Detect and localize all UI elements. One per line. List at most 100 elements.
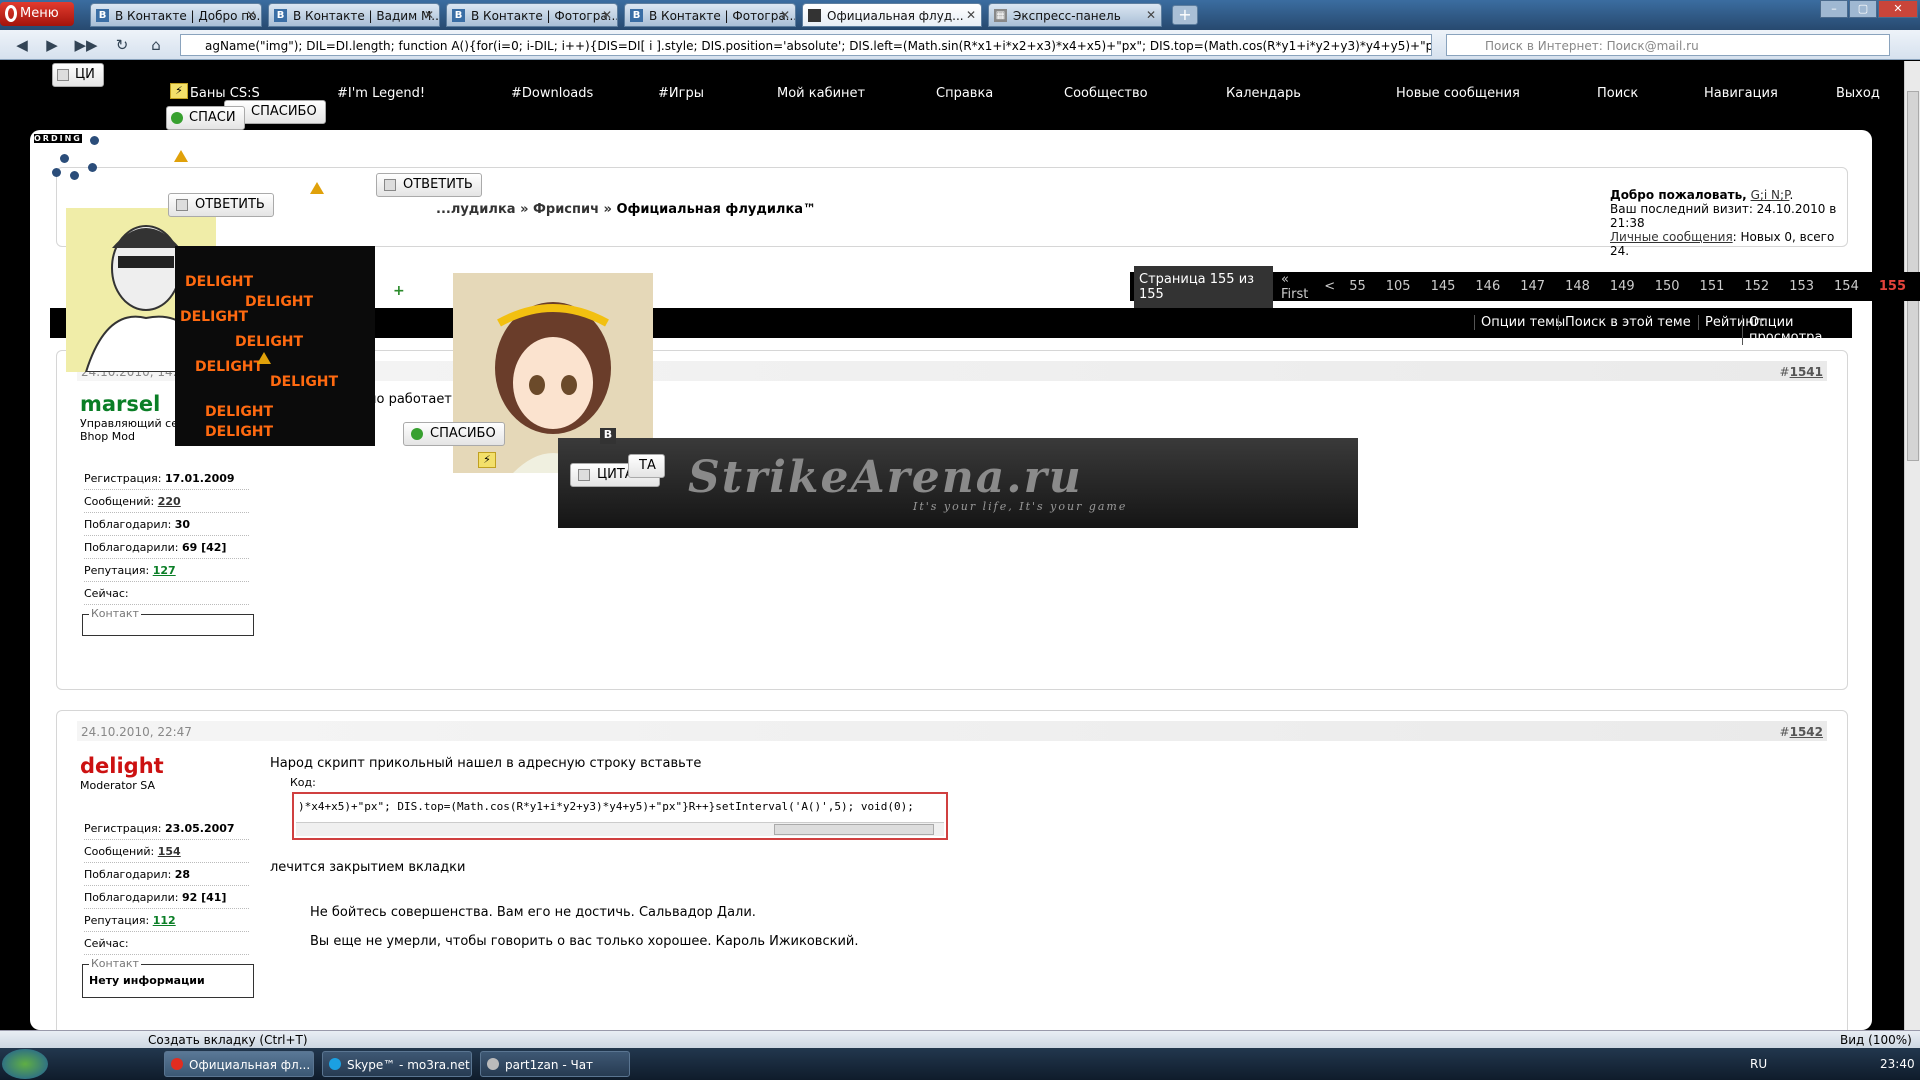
private-messages-link[interactable]: Личные сообщения	[1610, 230, 1733, 244]
page-link[interactable]: 151	[1690, 279, 1735, 294]
reputation-link[interactable]: 112	[153, 914, 176, 927]
reload-icon[interactable]: ↻	[108, 34, 136, 56]
language-indicator[interactable]: RU	[1750, 1057, 1767, 1071]
code-scrollbar[interactable]	[296, 822, 944, 836]
breadcrumb-current: Официальная флудилка™	[616, 202, 817, 217]
tab-vk-2[interactable]: ВВ Контакте | Вадим М... ✕	[268, 3, 440, 27]
task-chat[interactable]: part1zan - Чат	[480, 1051, 630, 1077]
page-link[interactable]: 149	[1600, 279, 1645, 294]
zoom-level[interactable]: Вид (100%)	[1840, 1033, 1912, 1047]
close-icon[interactable]: ✕	[246, 8, 256, 22]
maximize-button[interactable]: ▢	[1849, 0, 1877, 18]
thanks-button[interactable]: СПАСИ	[166, 106, 245, 130]
search-input[interactable]: Поиск в Интернет: Поиск@mail.ru	[1446, 34, 1890, 56]
page-link[interactable]: 145	[1421, 279, 1466, 294]
opera-menu-button[interactable]: Меню	[0, 2, 74, 26]
reply-button[interactable]: ОТВЕТИТЬ	[168, 193, 274, 217]
address-bar[interactable]: agName("img"); DIL=DI.length; function A…	[180, 34, 1432, 56]
task-skype[interactable]: Skype™ - mo3ra.net	[322, 1051, 472, 1077]
vertical-scrollbar[interactable]	[1904, 61, 1920, 1030]
quote-button[interactable]: ТА	[628, 454, 665, 478]
nav-new-posts[interactable]: Новые сообщения	[1396, 86, 1520, 101]
close-icon[interactable]: ✕	[424, 8, 434, 22]
reply-button[interactable]: ОТВЕТИТЬ	[376, 173, 482, 197]
minimize-button[interactable]: –	[1820, 0, 1848, 18]
page-link[interactable]: 152	[1734, 279, 1779, 294]
nav-help[interactable]: Справка	[936, 86, 993, 101]
loader-dot	[90, 136, 99, 145]
close-icon[interactable]: ✕	[1146, 8, 1156, 22]
post-count-link[interactable]: 220	[158, 495, 181, 508]
browser-nav-bar: ◀ ▶ ▶▶ ↻ ⌂ agName("img"); DIL=DI.length;…	[0, 30, 1920, 60]
reputation-link[interactable]: 127	[153, 564, 176, 577]
nav-search[interactable]: Поиск	[1597, 86, 1638, 101]
clock[interactable]: 23:40	[1880, 1057, 1915, 1071]
nav-legend[interactable]: #I'm Legend!	[337, 86, 425, 101]
quote-button[interactable]: ЦИ	[52, 63, 104, 87]
loader-dot	[52, 168, 61, 177]
page-link[interactable]: 147	[1510, 279, 1555, 294]
tab-vk-4[interactable]: ВВ Контакте | Фотогра... ✕	[624, 3, 796, 27]
search-thread[interactable]: Поиск в этой теме	[1558, 315, 1691, 330]
post-text-after: лечится закрытием вкладки	[270, 860, 466, 875]
fast-forward-icon[interactable]: ▶▶	[72, 34, 100, 56]
page-first[interactable]: « First	[1277, 272, 1320, 302]
breadcrumb-item[interactable]: Фриспич	[533, 202, 599, 217]
quote-icon	[57, 69, 69, 81]
page-link[interactable]: 154	[1824, 279, 1869, 294]
strikearena-banner[interactable]: StrikeArena.ru It's your life, It's your…	[558, 438, 1358, 528]
close-icon[interactable]: ✕	[780, 8, 790, 22]
add-icon: +	[393, 283, 405, 299]
nav-calendar[interactable]: Календарь	[1226, 86, 1301, 101]
home-icon[interactable]: ⌂	[142, 34, 170, 56]
post-count-link[interactable]: 154	[158, 845, 181, 858]
breadcrumb-box	[56, 167, 1848, 247]
thanks-button[interactable]: СПАСИБО	[403, 422, 505, 446]
svg-text:DELIGHT: DELIGHT	[245, 294, 314, 310]
window-close-button[interactable]: ✕	[1878, 0, 1918, 18]
close-icon[interactable]: ✕	[966, 8, 976, 22]
nav-logout[interactable]: Выход	[1836, 86, 1880, 101]
page-link[interactable]: 148	[1555, 279, 1600, 294]
reply-icon	[176, 199, 188, 211]
task-opera[interactable]: Официальная фл...	[164, 1051, 314, 1077]
page-link[interactable]: 146	[1465, 279, 1510, 294]
tab-vk-1[interactable]: ВВ Контакте | Добро по... ✕	[90, 3, 262, 27]
post-date: 24.10.2010, 22:47	[81, 725, 192, 739]
nav-bans[interactable]: Баны CS:S	[190, 86, 260, 101]
post-number: #1541	[1779, 365, 1823, 379]
nav-downloads[interactable]: #Downloads	[511, 86, 593, 101]
close-icon[interactable]: ✕	[602, 8, 612, 22]
page-current: 155	[1878, 279, 1906, 294]
nav-cabinet[interactable]: Мой кабинет	[777, 86, 865, 101]
thread-options[interactable]: Опции темы	[1474, 315, 1565, 330]
back-icon[interactable]: ◀	[8, 34, 36, 56]
quote-icon	[578, 469, 590, 481]
user-stats: Регистрация: 23.05.2007 Сообщений: 154 П…	[84, 817, 249, 955]
post-author[interactable]: marsel	[80, 392, 160, 416]
tab-vk-3[interactable]: ВВ Контакте | Фотогра... ✕	[446, 3, 618, 27]
nav-community[interactable]: Сообщество	[1064, 86, 1148, 101]
signature-line-2: Вы еще не умерли, чтобы говорить о вас т…	[310, 934, 859, 949]
page-link[interactable]: 153	[1779, 279, 1824, 294]
view-options[interactable]: Опции просмотра	[1742, 315, 1852, 345]
tab-speed-dial[interactable]: ▦ Экспресс-панель ✕	[988, 3, 1162, 27]
new-tab-hint[interactable]: Создать вкладку (Ctrl+T)	[148, 1033, 308, 1047]
scrollbar-thumb[interactable]	[774, 824, 934, 835]
username-link[interactable]: G;i N;P	[1751, 188, 1790, 202]
code-block: )*x4+x5)+"px"; DIS.top=(Math.cos(R*y1+i*…	[292, 792, 948, 840]
tab-flood-active[interactable]: Официальная флуд... ✕	[802, 3, 982, 27]
start-button[interactable]	[2, 1049, 48, 1079]
vk-icon: В	[274, 9, 287, 22]
nav-games[interactable]: #Игры	[658, 86, 704, 101]
new-tab-button[interactable]: +	[1172, 5, 1198, 25]
post-author[interactable]: delight	[80, 754, 164, 778]
nav-navigation[interactable]: Навигация	[1704, 86, 1778, 101]
page-link[interactable]: 150	[1645, 279, 1690, 294]
forward-icon[interactable]: ▶	[38, 34, 66, 56]
page-link[interactable]: 55	[1339, 279, 1376, 294]
page-link[interactable]: 105	[1376, 279, 1421, 294]
code-label: Код:	[290, 776, 316, 789]
page-prev[interactable]: <	[1320, 279, 1339, 294]
breadcrumb-item[interactable]: ...лудилка	[436, 202, 516, 217]
